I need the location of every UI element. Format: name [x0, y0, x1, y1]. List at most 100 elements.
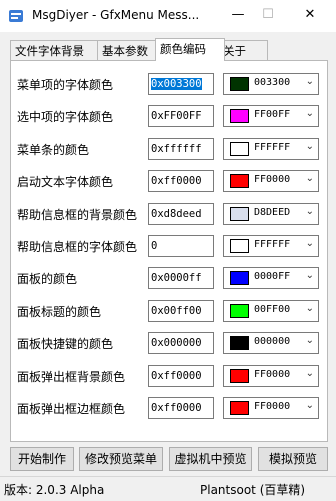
color-picker-dropdown[interactable]: 00FF00 ⌄ — [223, 299, 319, 322]
hex-value-text: 0xFF00FF — [151, 110, 202, 123]
color-settings-panel: 菜单项的字体颜色 0x003300 003300 ⌄ 选中项的字体颜色 0xFF00FF F… — [10, 60, 328, 442]
start-button[interactable]: 开始制作 — [10, 447, 74, 471]
hex-value-input[interactable]: 0xffffff — [148, 137, 214, 160]
color-picker-dropdown[interactable]: D8DEED ⌄ — [223, 202, 319, 225]
color-row-label: 选中项的字体颜色 — [17, 110, 114, 125]
chevron-down-icon[interactable]: ⌄ — [306, 270, 314, 281]
color-picker-dropdown[interactable]: 0000FF ⌄ — [223, 267, 319, 290]
color-row: 菜单项的字体颜色 0x003300 003300 ⌄ — [11, 69, 327, 99]
color-picker-dropdown[interactable]: FFFFFF ⌄ — [223, 235, 319, 257]
hex-value-input[interactable]: 0x003300 — [148, 73, 214, 95]
hex-value-text: 0x000000 — [151, 337, 202, 350]
chevron-down-icon[interactable]: ⌄ — [306, 108, 314, 119]
hex-value-input[interactable]: 0xFF00FF — [148, 105, 214, 128]
color-code-text: 003300 — [254, 77, 291, 88]
chevron-down-icon[interactable]: ⌄ — [306, 303, 314, 314]
color-row-label: 面板弹出框背景颜色 — [17, 369, 126, 384]
color-row: 面板弹出框边框颜色 0xff0000 FF0000 ⌄ — [11, 393, 327, 423]
vm-preview-button[interactable]: 虚拟机中预览 — [169, 447, 252, 471]
hex-value-text: 0x0000ff — [151, 272, 202, 285]
status-bar: 版本: 2.0.3 Alpha Plantsoot (百草精) — [0, 476, 336, 501]
title-bar: MsgDiyer - GfxMenu Mess... — ☐ ✕ — [0, 0, 336, 32]
color-row-label: 帮助信息框的背景颜色 — [17, 207, 138, 222]
chevron-down-icon[interactable]: ⌄ — [306, 368, 314, 379]
hex-value-input[interactable]: 0xff0000 — [148, 397, 214, 419]
chevron-down-icon[interactable]: ⌄ — [306, 238, 314, 249]
color-swatch — [230, 271, 249, 286]
color-code-text: FFFFFF — [254, 239, 291, 250]
color-row-label: 帮助信息框的字体颜色 — [17, 240, 138, 254]
color-row-label: 面板快捷键的颜色 — [17, 337, 114, 352]
edit-preview-menu-button[interactable]: 修改预览菜单 — [79, 447, 163, 471]
color-picker-dropdown[interactable]: 000000 ⌄ — [223, 332, 319, 355]
hex-value-input[interactable]: 0x000000 — [148, 332, 214, 355]
color-row: 启动文本字体颜色 0xff0000 FF0000 ⌄ — [11, 166, 327, 196]
color-row-label: 面板的颜色 — [17, 272, 78, 287]
tab-color-codes[interactable]: 颜色编码 — [155, 38, 225, 61]
color-code-text: 000000 — [254, 336, 291, 348]
color-picker-dropdown[interactable]: FF0000 ⌄ — [223, 364, 319, 387]
chevron-down-icon[interactable]: ⌄ — [306, 206, 314, 217]
color-row-label: 菜单条的颜色 — [17, 142, 90, 157]
hex-value-input[interactable]: 0xd8deed — [148, 202, 214, 225]
hex-value-input[interactable]: 0 — [148, 235, 214, 257]
chevron-down-icon[interactable]: ⌄ — [306, 141, 314, 152]
author-label: Plantsoot (百草精) — [200, 483, 306, 497]
close-button[interactable]: ✕ — [296, 0, 324, 32]
color-code-text: FFFFFF — [254, 141, 291, 153]
color-row: 选中项的字体颜色 0xFF00FF FF00FF ⌄ — [11, 101, 327, 131]
color-swatch — [230, 174, 249, 189]
simulate-preview-button[interactable]: 模拟预览 — [258, 447, 328, 471]
color-swatch — [230, 368, 249, 383]
chevron-down-icon[interactable]: ⌄ — [306, 400, 314, 411]
color-row: 面板标题的颜色 0x00ff00 00FF00 ⌄ — [11, 296, 327, 326]
chevron-down-icon[interactable]: ⌄ — [306, 335, 314, 346]
hex-value-text: 0 — [151, 240, 158, 252]
hex-value-input[interactable]: 0x0000ff — [148, 267, 214, 290]
color-swatch — [230, 109, 249, 124]
hex-value-text: 0xd8deed — [151, 207, 202, 220]
maximize-button[interactable]: ☐ — [254, 0, 282, 32]
chevron-down-icon[interactable]: ⌄ — [306, 76, 314, 87]
color-row-label: 菜单项的字体颜色 — [17, 78, 114, 92]
tab-file-font-background[interactable]: 文件字体背景 — [10, 40, 98, 61]
color-row: 面板快捷键的颜色 0x000000 000000 ⌄ — [11, 328, 327, 358]
color-swatch — [230, 239, 249, 253]
color-row-label: 面板标题的颜色 — [17, 304, 102, 319]
color-row: 面板弹出框背景颜色 0xff0000 FF0000 ⌄ — [11, 361, 327, 391]
color-code-text: 0000FF — [254, 271, 291, 283]
minimize-button[interactable]: — — [224, 0, 252, 32]
hex-value-text: 0xff0000 — [151, 402, 202, 414]
color-picker-dropdown[interactable]: 003300 ⌄ — [223, 73, 319, 95]
hex-value-text: 0xff0000 — [151, 369, 202, 382]
color-picker-dropdown[interactable]: FF0000 ⌄ — [223, 397, 319, 419]
hex-value-input[interactable]: 0x00ff00 — [148, 299, 214, 322]
color-picker-dropdown[interactable]: FFFFFF ⌄ — [223, 137, 319, 160]
color-picker-dropdown[interactable]: FF00FF ⌄ — [223, 105, 319, 128]
hex-value-input[interactable]: 0xff0000 — [148, 364, 214, 387]
color-code-text: FF0000 — [254, 174, 291, 186]
color-row: 帮助信息框的背景颜色 0xd8deed D8DEED ⌄ — [11, 199, 327, 229]
hex-value-input[interactable]: 0xff0000 — [148, 170, 214, 193]
tab-about[interactable]: 关于 — [218, 40, 268, 61]
hex-value-text: 0x00ff00 — [151, 304, 202, 317]
tab-basic-params[interactable]: 基本参数 — [97, 40, 163, 61]
color-row-label: 启动文本字体颜色 — [17, 175, 114, 190]
color-code-text: D8DEED — [254, 206, 291, 218]
color-code-text: FF0000 — [254, 368, 291, 380]
color-swatch — [230, 206, 249, 221]
color-picker-dropdown[interactable]: FF0000 ⌄ — [223, 170, 319, 193]
color-row: 面板的颜色 0x0000ff 0000FF ⌄ — [11, 263, 327, 293]
color-code-text: FF0000 — [254, 401, 291, 412]
color-row: 菜单条的颜色 0xffffff FFFFFF ⌄ — [11, 134, 327, 164]
color-swatch — [230, 336, 249, 351]
color-code-text: FF00FF — [254, 109, 291, 121]
hex-value-text: 0xffffff — [151, 142, 202, 155]
chevron-down-icon[interactable]: ⌄ — [306, 173, 314, 184]
window-title: MsgDiyer - GfxMenu Mess... — [32, 8, 200, 22]
version-label: 版本: 2.0.3 Alpha — [4, 483, 105, 497]
color-swatch — [230, 303, 249, 318]
color-swatch — [230, 141, 249, 156]
color-swatch — [230, 77, 249, 91]
color-row: 帮助信息框的字体颜色 0 FFFFFF ⌄ — [11, 231, 327, 261]
